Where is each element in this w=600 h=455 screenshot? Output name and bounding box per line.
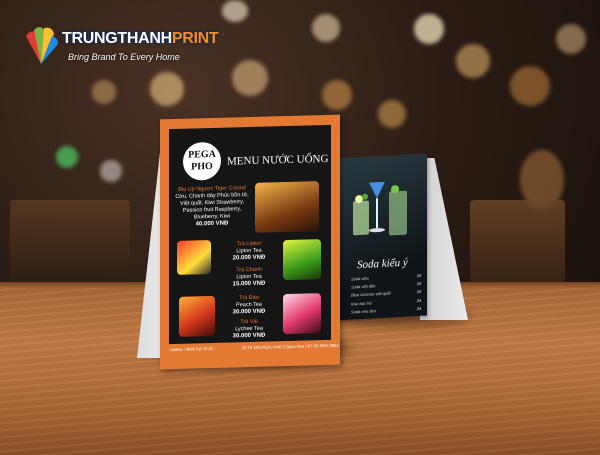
- bokeh-light: [56, 146, 78, 168]
- menu-item: Trà Đào Peach Tea 30.000 VNĐ: [232, 294, 266, 316]
- menu-item: Trà Chanh Lipton Tea 15.000 VNĐ: [232, 266, 266, 288]
- lychee-tea-photo: [283, 293, 321, 335]
- chair: [10, 200, 130, 284]
- chair: [470, 200, 565, 284]
- soda-menu-list: Soda siêu 34 Soda việt đào 34 Blue curacao…: [351, 272, 421, 317]
- menu-item: Trà Lipton Lipton Tea 20.000 VNĐ: [232, 240, 266, 262]
- restaurant-logo: PEGA PHO: [183, 141, 221, 181]
- bokeh-light: [556, 24, 586, 54]
- lipton-tea-photo: [177, 240, 211, 275]
- lemon-tea-photo: [283, 239, 321, 281]
- bokeh-light: [456, 44, 490, 78]
- brand-logo: TRUNGTHANHPRINT Bring Brand To Every Hom…: [22, 20, 219, 76]
- address: 32 TK NGUYEN, KHU 2 Quan Kiet | ĐT: 08 3…: [242, 342, 339, 351]
- soda-menu-card: Soda kiểu ý Soda siêu 34 Soda việt đào 34 …: [333, 153, 427, 321]
- bokeh-light: [150, 72, 184, 106]
- bokeh-light: [378, 100, 406, 128]
- brand-name: TRUNGTHANHPRINT: [62, 30, 219, 47]
- bokeh-light: [222, 0, 248, 22]
- bokeh-light: [322, 80, 352, 110]
- bokeh-light: [510, 66, 550, 106]
- peach-tea-photo: [179, 295, 215, 337]
- bokeh-light: [92, 80, 116, 104]
- menu-item: Trà Vải Lychee Tea 30.000 VNĐ: [232, 318, 266, 340]
- photo-scene: TRUNGTHANHPRINT Bring Brand To Every Hom…: [0, 0, 600, 455]
- drinks-menu-card: PEGA PHO MENU NƯỚC UỐNG Bia Up Ngược Tige…: [160, 114, 340, 370]
- bokeh-light: [414, 14, 444, 44]
- menu-item: Bia Up Ngược Tiger Crystal Cờu, Chanh dâ…: [175, 185, 249, 228]
- brand-tagline: Bring Brand To Every Home: [68, 52, 180, 62]
- menu-title: MENU NƯỚC UỐNG: [227, 152, 329, 168]
- bokeh-light: [312, 14, 340, 42]
- menu-panel: PEGA PHO MENU NƯỚC UỐNG Bia Up Ngược Tige…: [169, 124, 331, 345]
- soda-menu-title: Soda kiểu ý: [357, 256, 408, 272]
- bokeh-light: [100, 160, 122, 182]
- cocktail-glasses-illustration: [353, 181, 407, 236]
- beer-photo: [255, 181, 319, 233]
- hotline: Hotline : 0936 315 9716: [170, 345, 213, 353]
- bokeh-light: [232, 60, 268, 96]
- leaf-fan-icon: [26, 27, 58, 65]
